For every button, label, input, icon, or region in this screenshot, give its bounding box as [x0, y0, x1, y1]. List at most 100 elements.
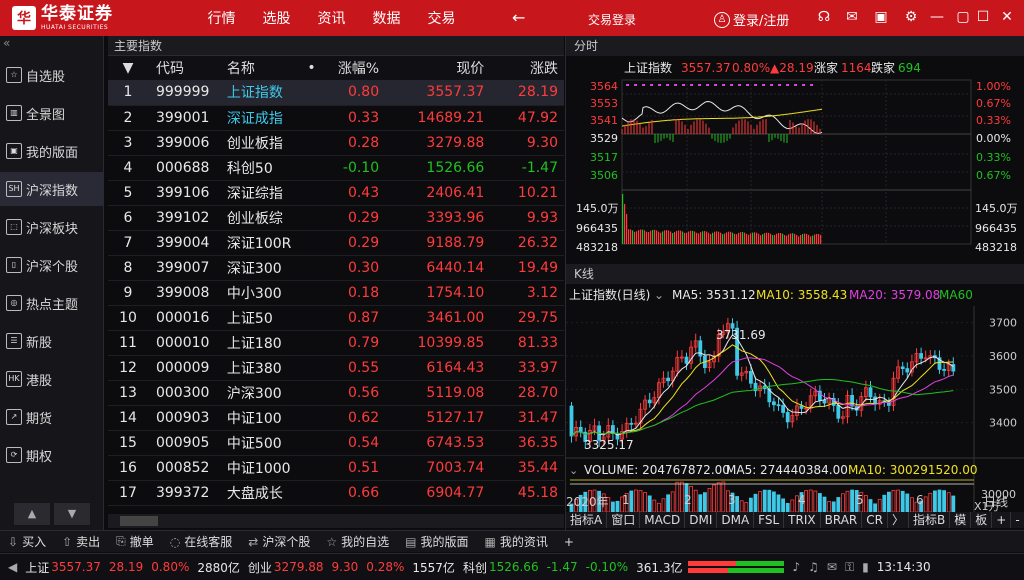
table-row[interactable]: 7 399004 深证100R 0.29 9188.79 26.32 — [108, 230, 564, 256]
table-row[interactable]: 4 000688 科创50 -0.10 1526.66 -1.47 — [108, 155, 564, 181]
col-price[interactable]: 现价 — [385, 56, 491, 80]
restore-icon[interactable]: ▢ — [954, 9, 972, 25]
indicator-tab[interactable]: TRIX — [784, 512, 821, 528]
table-row[interactable]: 15 000905 中证500 0.54 6743.53 36.35 — [108, 430, 564, 456]
back-arrow-icon[interactable]: ← — [512, 8, 525, 27]
sidebar-item-2[interactable]: ▣ 我的版面 — [0, 134, 104, 168]
table-row[interactable]: 8 399007 深证300 0.30 6440.14 19.49 — [108, 255, 564, 281]
kline-chart[interactable]: 上证指数(日线) ⌄ MA5: 3531.12 MA10: 3558.43 MA… — [566, 284, 1024, 513]
indicator-tab[interactable]: FSL — [754, 512, 785, 528]
sidebar-item-6[interactable]: ◎ 热点主题 — [0, 286, 104, 320]
toolbar-buy-button[interactable]: ⇩ 买入 — [8, 533, 46, 550]
row-number: 3 — [108, 130, 148, 156]
gear-icon[interactable]: ⚙ — [902, 9, 920, 25]
volume-toggle-icon: ⌄ — [569, 464, 578, 477]
close-icon[interactable]: ✕ — [998, 9, 1016, 25]
indicator-tab[interactable]: - — [1011, 512, 1024, 528]
indicator-tab[interactable]: DMA — [717, 512, 755, 528]
toolbar-layout-button[interactable]: ▤ 我的版面 — [405, 533, 468, 550]
toolbar-star-button[interactable]: ☆ 我的自选 — [326, 533, 389, 550]
toolbar-service-button[interactable]: ◌ 在线客服 — [170, 533, 233, 550]
login-button[interactable]: ♙ 登录/注册 — [714, 10, 789, 29]
table-row[interactable]: 10 000016 上证50 0.87 3461.00 29.75 — [108, 305, 564, 331]
row-price: 3279.88 — [385, 130, 491, 156]
table-row[interactable]: 12 000009 上证380 0.55 6164.43 33.97 — [108, 355, 564, 381]
intraday-chart[interactable]: 上证指数 3557.37 0.80% ▲28.19 涨家 1164 跌家 694… — [566, 56, 1024, 279]
scroll-down-icon[interactable]: ▼ — [54, 503, 90, 525]
maximize-icon[interactable]: ☐ — [974, 9, 992, 25]
table-row[interactable]: 9 399008 中小300 0.18 1754.10 3.12 — [108, 280, 564, 306]
sidebar-item-4[interactable]: ⬚ 沪深板块 — [0, 210, 104, 244]
intraday-volume-bar — [704, 231, 706, 244]
table-row[interactable]: 17 399372 大盘成长 0.66 6904.77 45.18 — [108, 480, 564, 506]
sidebar-item-0[interactable]: ☆ 自选股 — [0, 58, 104, 92]
row-dot — [298, 105, 325, 131]
row-dot — [298, 305, 325, 331]
table-row[interactable]: 3 399006 创业板指 0.28 3279.88 9.30 — [108, 130, 564, 156]
row-name: 深证100R — [218, 230, 299, 256]
mail-icon[interactable]: ✉ — [843, 9, 861, 25]
col-pct[interactable]: 涨幅% — [324, 56, 386, 80]
intraday-volume-bar — [772, 235, 774, 244]
table-row[interactable]: 1 999999 上证指数 0.80 3557.37 28.19 — [108, 80, 564, 106]
sidebar-item-10[interactable]: ⟳ 期权 — [0, 438, 104, 472]
kline-period-label[interactable]: 日线 — [984, 493, 1008, 510]
table-row[interactable]: 16 000852 中证1000 0.51 7003.74 35.44 — [108, 455, 564, 481]
indicator-tab[interactable]: MACD — [640, 512, 686, 528]
intraday-volume-bar — [626, 214, 628, 244]
scroll-up-icon[interactable]: ▲ — [14, 503, 50, 525]
sidebar-item-9[interactable]: ↗ 期货 — [0, 400, 104, 434]
collapse-icon[interactable]: « — [3, 36, 10, 50]
nav-stock-picker[interactable]: 选股 — [249, 8, 304, 28]
skin-icon[interactable]: ▣ — [872, 9, 890, 25]
row-name: 上证指数 — [218, 80, 299, 106]
row-change: 29.75 — [490, 305, 564, 331]
nav-news[interactable]: 资讯 — [304, 8, 359, 28]
bell-icon[interactable]: ♫ — [808, 560, 819, 574]
sidebar-item-1[interactable]: ▥ 全景图 — [0, 96, 104, 130]
speaker-icon[interactable]: ◀ — [8, 560, 17, 574]
sidebar-item-8[interactable]: HK 港股 — [0, 362, 104, 396]
sort-icon[interactable]: ▼ — [108, 56, 148, 80]
headset-icon[interactable]: ☊ — [815, 9, 833, 25]
sidebar-item-3[interactable]: SH 沪深指数 — [0, 172, 104, 206]
nav-quotes[interactable]: 行情 — [194, 8, 249, 28]
indicator-tab[interactable]: 窗口 — [607, 512, 641, 528]
table-row[interactable]: 14 000903 中证100 0.62 5127.17 31.47 — [108, 405, 564, 431]
indicator-tab[interactable]: + — [992, 512, 1012, 528]
table-row[interactable]: 6 399102 创业板综 0.29 3393.96 9.93 — [108, 205, 564, 231]
toolbar-stock-button[interactable]: ⇄ 沪深个股 — [248, 533, 310, 550]
sidebar-item-5[interactable]: ▯ 沪深个股 — [0, 248, 104, 282]
indicator-tab[interactable]: CR — [862, 512, 888, 528]
indicator-tab[interactable]: 〉 — [888, 512, 909, 528]
hk-icon: HK — [6, 371, 22, 387]
indicator-tab[interactable]: BRAR — [821, 512, 863, 528]
minimize-icon[interactable]: — — [928, 9, 946, 25]
col-dot[interactable]: • — [298, 56, 325, 80]
toolbar-news-button[interactable]: ▦ 我的资讯 — [485, 533, 548, 550]
nav-trade[interactable]: 交易 — [414, 8, 469, 28]
nav-data[interactable]: 数据 — [359, 8, 414, 28]
indicator-tab[interactable]: DMI — [685, 512, 718, 528]
trade-login-button[interactable]: 交易登录 — [588, 11, 636, 28]
message-icon[interactable]: ✉ — [827, 560, 837, 574]
table-row[interactable]: 5 399106 深证综指 0.43 2406.41 10.21 — [108, 180, 564, 206]
col-change[interactable]: 涨跌 — [490, 56, 564, 80]
indicator-tab[interactable]: 模 — [950, 512, 972, 528]
col-code[interactable]: 代码 — [147, 56, 219, 80]
toolbar-sell-button[interactable]: ⇧ 卖出 — [62, 533, 100, 550]
col-name[interactable]: 名称 — [218, 56, 299, 80]
layout-icon: ▤ — [405, 534, 417, 549]
indicator-tab[interactable]: 指标A — [566, 512, 608, 528]
indicator-tab[interactable]: 板 — [971, 512, 993, 528]
table-row[interactable]: 11 000010 上证180 0.79 10399.85 81.33 — [108, 330, 564, 356]
sidebar-item-7[interactable]: ☰ 新股 — [0, 324, 104, 358]
horizontal-scrollbar[interactable] — [108, 514, 564, 528]
add-toolbar-icon[interactable]: + — [564, 535, 574, 549]
table-row[interactable]: 13 000300 沪深300 0.56 5119.08 28.70 — [108, 380, 564, 406]
indicator-tab[interactable]: 指标B — [909, 512, 951, 528]
table-row[interactable]: 2 399001 深证成指 0.33 14689.21 47.92 — [108, 105, 564, 131]
sound-icon[interactable]: ♪ — [792, 560, 800, 574]
toolbar-cancel-button[interactable]: ⎘ 撤单 — [116, 533, 154, 550]
lock-icon[interactable]: ⚿ — [845, 560, 854, 575]
